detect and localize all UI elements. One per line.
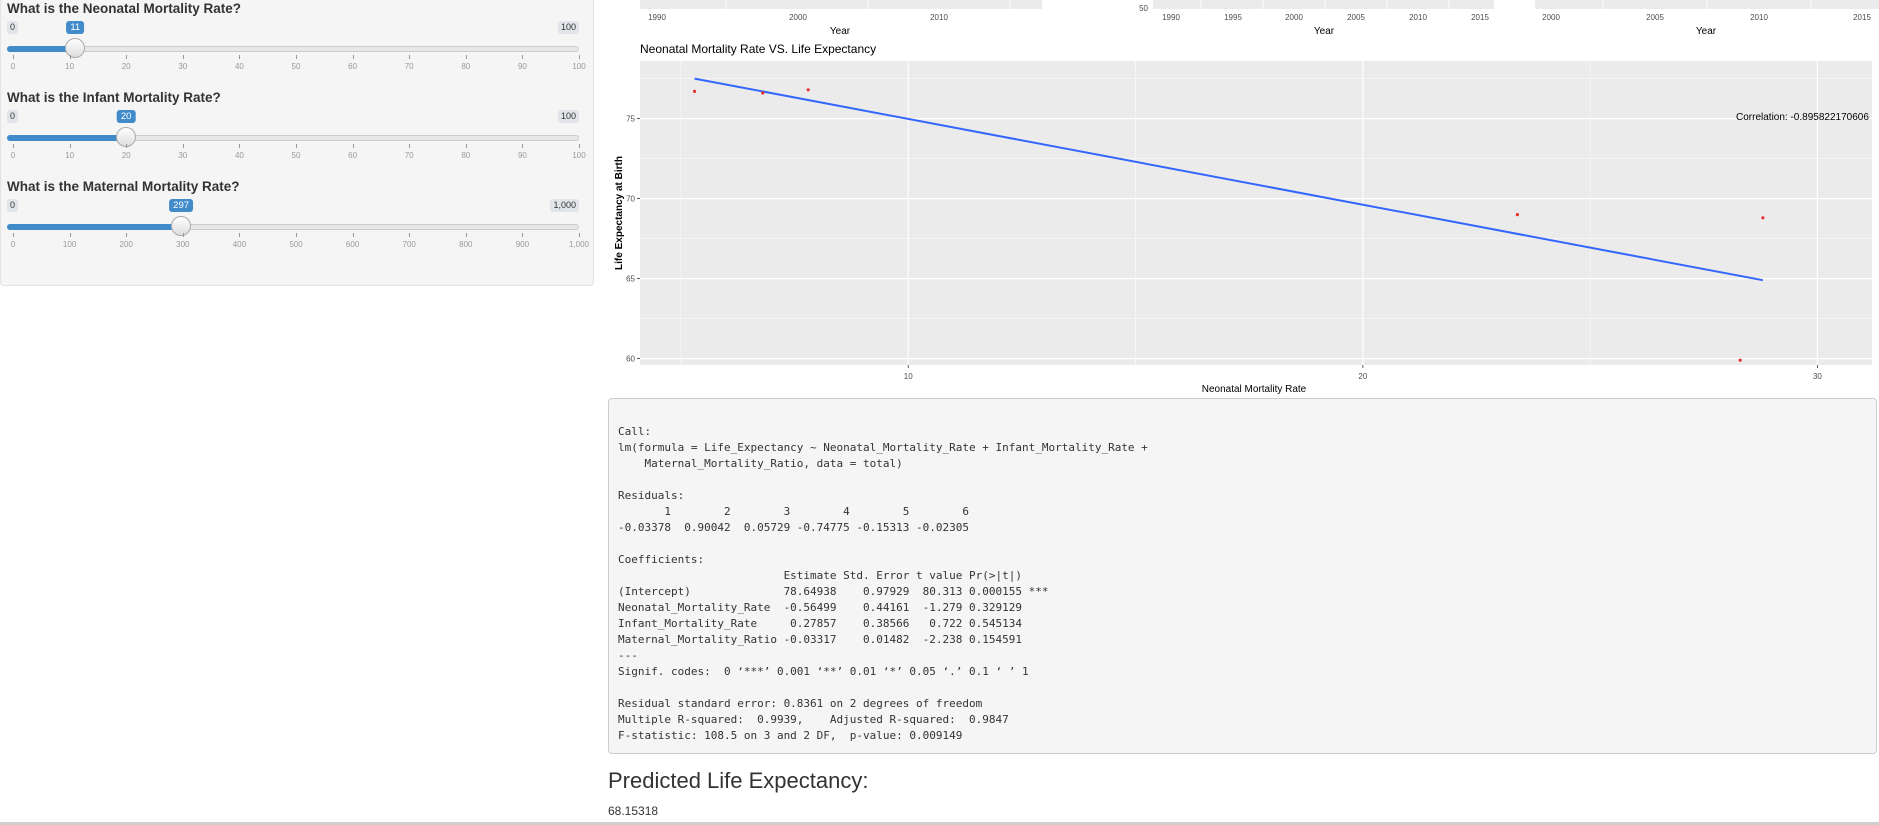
top-plot-1-xtick: 2000 [789, 13, 807, 22]
y-axis-ticks: 60 65 70 75 [626, 115, 640, 364]
y-tick-label: 60 [626, 355, 635, 364]
data-point [692, 89, 697, 93]
y-tick-label: 75 [626, 115, 635, 124]
top-plot-2-xtick: 1995 [1224, 13, 1242, 22]
top-plot-2-xtick: 2010 [1409, 13, 1427, 22]
y-axis-label: Life Expectancy at Birth [614, 156, 625, 270]
top-plot-2-xlabel: Year [1314, 26, 1335, 37]
top-plot-3-xtick: 2015 [1853, 13, 1871, 22]
data-point [761, 91, 765, 95]
data-point [1738, 358, 1742, 362]
data-point [1515, 213, 1520, 217]
top-plot-2-xtick: 2005 [1347, 13, 1365, 22]
top-plot-3-xtick: 2000 [1542, 13, 1560, 22]
x-tick-label: 30 [1813, 372, 1822, 381]
top-plot-2-xtick: 2015 [1471, 13, 1489, 22]
x-tick-label: 20 [1358, 372, 1367, 381]
regression-summary-output: Call: lm(formula = Life_Expectancy ~ Neo… [608, 398, 1877, 754]
prediction-value: 68.15318 [608, 804, 659, 818]
x-axis-ticks: 10 20 30 [904, 365, 1822, 381]
top-plot-2-ytick: 50 [1139, 4, 1148, 13]
top-plot-2-xtick: 1990 [1162, 13, 1180, 22]
top-plot-3-xlabel: Year [1696, 26, 1717, 37]
y-tick-label: 70 [626, 195, 635, 204]
top-plot-1-panel [640, 0, 1042, 9]
data-point [1761, 216, 1765, 220]
prediction-title: Predicted Life Expectancy: [608, 768, 869, 793]
top-plot-1-xlabel: Year [830, 26, 851, 37]
top-plot-1-xtick: 2010 [930, 13, 948, 22]
chart-title: Neonatal Mortality Rate VS. Life Expecta… [640, 42, 876, 56]
data-point [806, 88, 810, 92]
top-plot-2-panel [1153, 0, 1494, 9]
regression-summary-text: Call: lm(formula = Life_Expectancy ~ Neo… [618, 425, 1148, 742]
top-plot-3-xtick: 2010 [1750, 13, 1768, 22]
plot-panel [640, 61, 1872, 365]
top-plot-3-xtick: 2005 [1646, 13, 1664, 22]
y-tick-label: 65 [626, 275, 635, 284]
x-tick-label: 10 [904, 372, 913, 381]
correlation-annotation: Correlation: -0.895822170606 [1736, 112, 1869, 123]
top-plot-2-xtick: 2000 [1285, 13, 1303, 22]
x-axis-label: Neonatal Mortality Rate [1202, 384, 1307, 395]
plots-area: 1990 2000 2010 Year 50 1990 1995 2000 20… [614, 0, 1879, 395]
top-plot-1-xtick: 1990 [648, 13, 666, 22]
